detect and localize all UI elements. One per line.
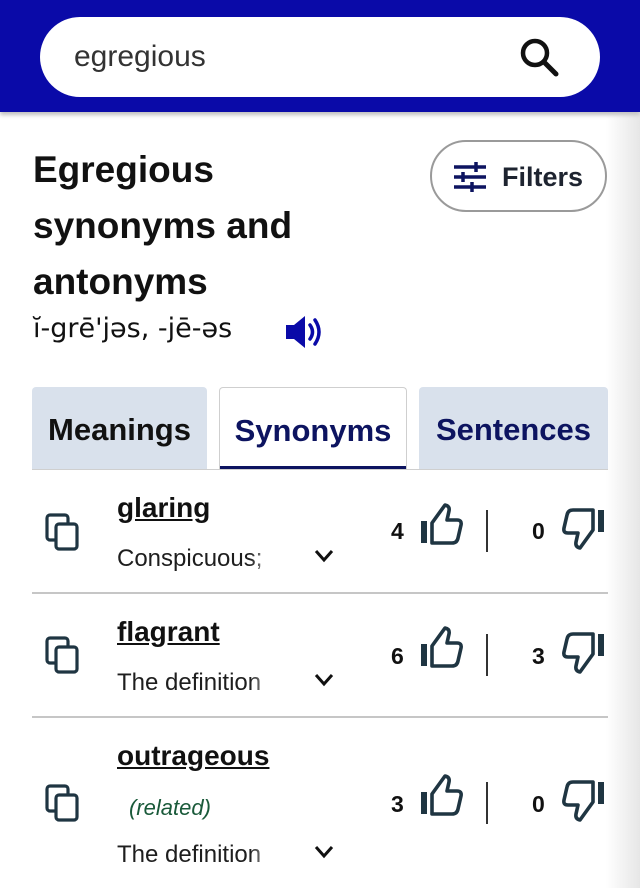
thumbs-down-icon[interactable] [561, 778, 607, 822]
page-title: Egregious synonyms and antonyms [33, 149, 293, 302]
search-box[interactable] [40, 17, 600, 97]
synonym-word[interactable]: flagrant [117, 616, 220, 648]
speaker-icon[interactable] [283, 312, 325, 352]
tab-synonyms-label: Synonyms [234, 413, 392, 448]
copy-icon[interactable] [45, 784, 79, 822]
filters-button[interactable]: Filters [430, 140, 607, 212]
top-bar [0, 0, 640, 112]
tab-synonyms[interactable]: Synonyms [219, 387, 407, 469]
synonym-definition: The definition [117, 841, 280, 869]
row-divider [32, 716, 608, 718]
vote-separator [486, 782, 488, 824]
upvote-count: 3 [391, 791, 404, 817]
upvote-count: 6 [391, 643, 404, 669]
tab-meanings[interactable]: Meanings [32, 387, 207, 469]
row-divider [32, 592, 608, 594]
tab-sentences[interactable]: Sentences [419, 387, 608, 469]
pronunciation: ĭ-grē'jəs, -jē-əs [33, 313, 233, 344]
copy-icon[interactable] [45, 513, 79, 551]
tabs-divider [32, 469, 608, 470]
tab-sentences-label: Sentences [435, 412, 592, 447]
related-tag: (related) [129, 795, 211, 820]
thumbs-up-icon[interactable] [418, 774, 464, 818]
chevron-down-icon[interactable] [314, 549, 334, 563]
scroll-edge-shadow [606, 112, 640, 888]
search-input[interactable] [74, 37, 514, 77]
vote-separator [486, 510, 488, 552]
thumbs-up-icon[interactable] [418, 626, 464, 670]
chevron-down-icon[interactable] [314, 673, 334, 687]
downvote-count: 0 [532, 518, 545, 544]
thumbs-down-icon[interactable] [561, 506, 607, 550]
thumbs-down-icon[interactable] [561, 630, 607, 674]
tab-meanings-label: Meanings [48, 412, 191, 447]
synonym-word[interactable]: outrageous [117, 740, 269, 772]
search-icon[interactable] [518, 36, 560, 78]
synonym-definition: The definition [117, 669, 280, 697]
filters-label: Filters [502, 162, 584, 192]
synonym-word[interactable]: glaring [117, 492, 210, 524]
chevron-down-icon[interactable] [314, 845, 334, 859]
thumbs-up-icon[interactable] [418, 503, 464, 547]
downvote-count: 3 [532, 643, 545, 669]
copy-icon[interactable] [45, 636, 79, 674]
sliders-icon [454, 162, 486, 192]
vote-separator [486, 634, 488, 676]
upvote-count: 4 [391, 518, 404, 544]
downvote-count: 0 [532, 791, 545, 817]
synonym-definition: Conspicuous; [117, 545, 280, 573]
